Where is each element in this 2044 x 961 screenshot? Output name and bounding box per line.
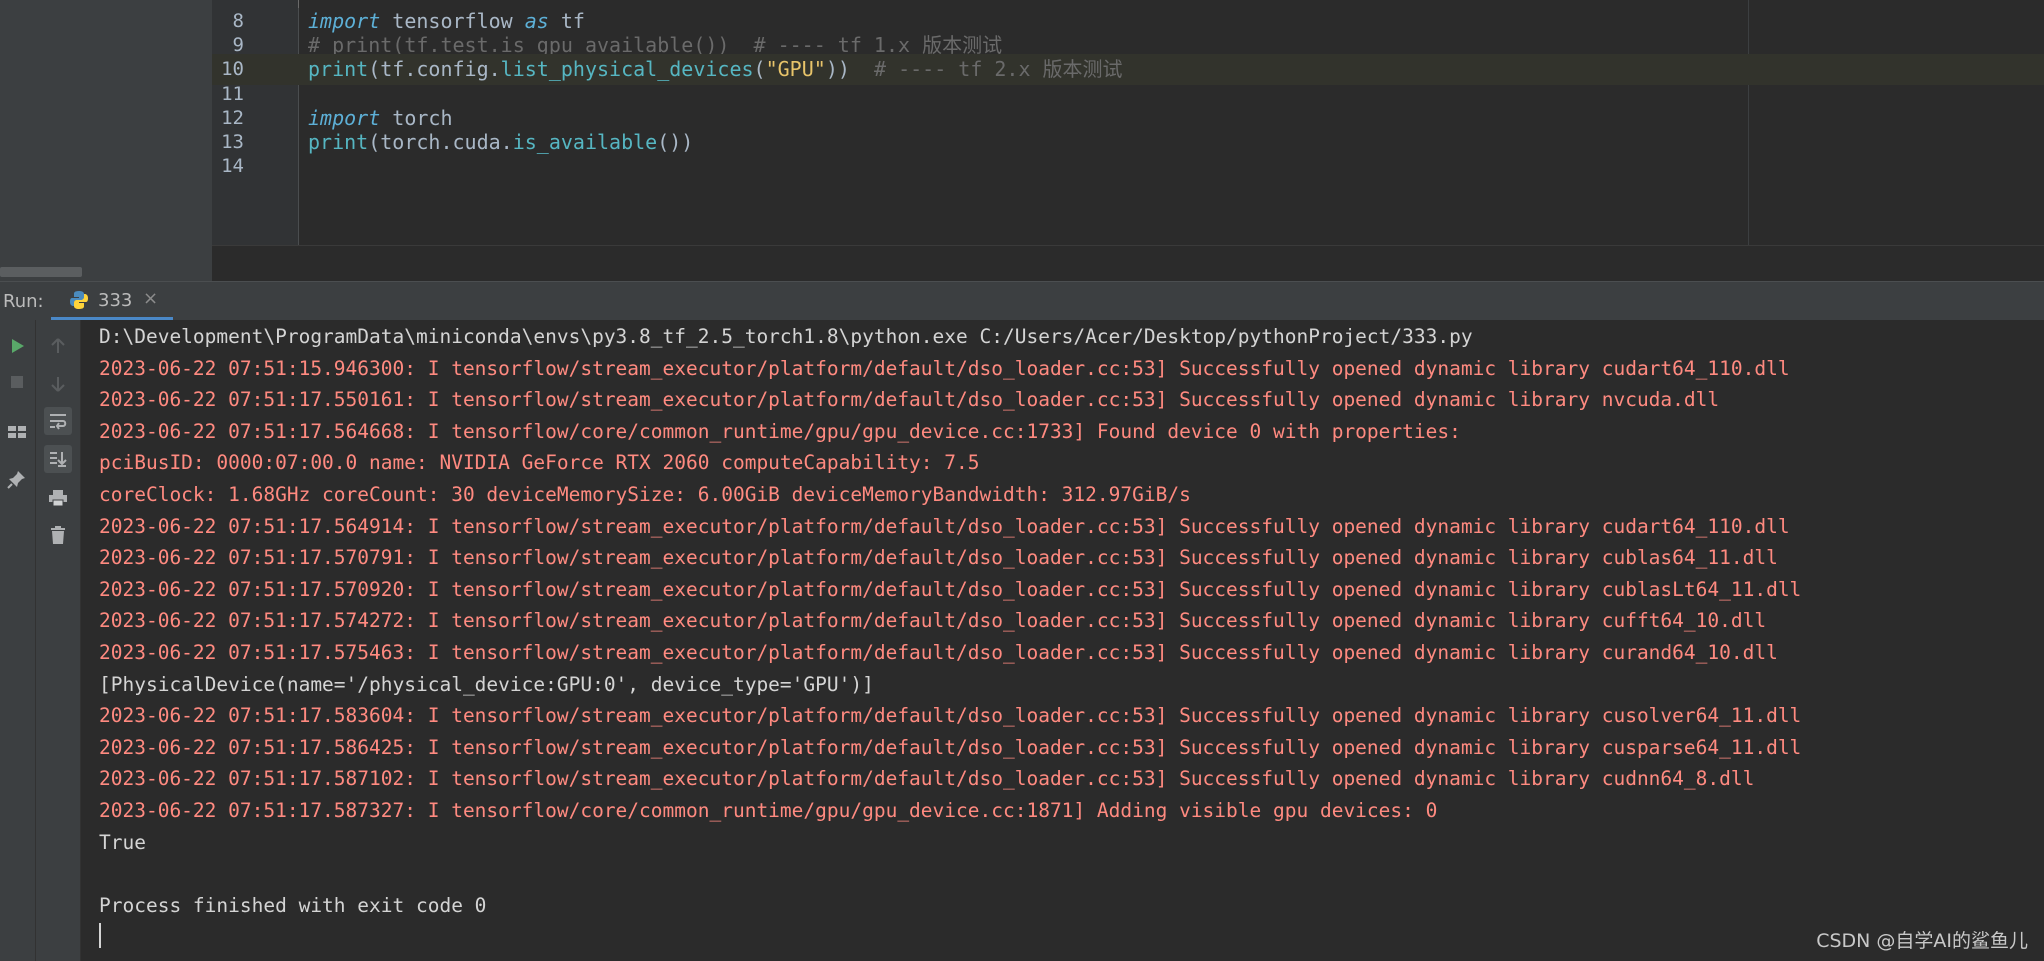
run-tab-label: 333	[98, 290, 133, 311]
console-line: True	[99, 830, 146, 854]
editor-area: 8 import tensorflow as tf 9 # print(tf.test…	[0, 0, 2044, 282]
code-token: ))	[825, 57, 874, 82]
console-line: 2023-06-22 07:51:17.570791: I tensorflow…	[99, 546, 1778, 570]
layout-icon[interactable]	[3, 417, 31, 445]
console-line: 2023-06-22 07:51:17.587102: I tensorflow…	[99, 767, 1755, 791]
print-icon[interactable]	[44, 484, 72, 512]
code-token: (tf.config.	[368, 57, 501, 82]
code-line[interactable]: print(torch.cuda.is_available())	[308, 127, 693, 158]
console-line: 2023-06-22 07:51:17.587327: I tensorflow…	[99, 799, 1438, 822]
console-line: 2023-06-22 07:51:15.946300: I tensorflow…	[99, 356, 1790, 380]
project-pane	[0, 0, 212, 281]
console-line: 2023-06-22 07:51:17.583604: I tensorflow…	[99, 704, 1802, 728]
console-line: 2023-06-22 07:51:17.570920: I tensorflow…	[99, 577, 1802, 601]
console-line: 2023-06-22 07:51:17.550161: I tensorflow…	[99, 388, 1720, 412]
trash-icon[interactable]	[44, 521, 72, 549]
console-line: 2023-06-22 07:51:17.586425: I tensorflow…	[99, 735, 1802, 759]
run-toolwindow-header: Run: 333 ×	[0, 281, 2044, 321]
close-icon[interactable]: ×	[143, 288, 158, 309]
line-number: 14	[221, 155, 244, 178]
python-icon	[70, 291, 88, 309]
down-arrow-icon[interactable]	[44, 370, 72, 398]
run-toolbar-left	[0, 320, 36, 961]
console-caret	[99, 923, 101, 948]
ide-window: 8 import tensorflow as tf 9 # print(tf.test…	[0, 0, 2044, 961]
editor-bottom-strip	[212, 245, 2044, 282]
watermark: CSDN @自学AI的鲨鱼儿	[1816, 930, 2028, 952]
code-token: "GPU"	[765, 57, 826, 82]
right-margin-guide	[1748, 0, 1749, 245]
run-toolbar-right	[36, 320, 81, 961]
code-token: (	[753, 57, 766, 82]
code-token: print	[308, 57, 369, 82]
console-line: Process finished with exit code 0	[99, 893, 487, 917]
fold-marker-icon[interactable]	[298, 0, 307, 8]
stop-icon[interactable]	[3, 368, 31, 396]
run-tab-333[interactable]: 333 ×	[51, 282, 173, 321]
console-line: 2023-06-22 07:51:17.575463: I tensorflow…	[99, 641, 1778, 664]
code-token: print	[308, 130, 369, 154]
scroll-to-end-icon[interactable]	[44, 445, 72, 473]
run-label: Run:	[3, 291, 44, 312]
code-token: # ---- tf 2.x 版本测试	[873, 57, 1123, 82]
run-icon[interactable]	[3, 332, 31, 360]
console-line: coreClock: 1.68GHz coreCount: 30 deviceM…	[99, 483, 1191, 506]
console-line: D:\Development\ProgramData\miniconda\env…	[99, 325, 1473, 348]
code-token: list_physical_devices	[500, 57, 754, 82]
up-arrow-icon[interactable]	[44, 332, 72, 360]
pin-icon[interactable]	[3, 465, 31, 493]
code-token: is_available	[512, 130, 658, 154]
console-line: [PhysicalDevice(name='/physical_device:G…	[99, 672, 874, 696]
console-line: pciBusID: 0000:07:00.0 name: NVIDIA GeFo…	[99, 451, 980, 475]
code-line[interactable]: print(tf.config.list_physical_devices("G…	[308, 54, 1123, 85]
console-line: 2023-06-22 07:51:17.574272: I tensorflow…	[99, 609, 1767, 633]
code-token: (torch.cuda.	[368, 130, 513, 154]
project-scrollbar[interactable]	[0, 267, 82, 277]
console-line: 2023-06-22 07:51:17.564914: I tensorflow…	[99, 514, 1790, 538]
code-token: ())	[657, 130, 694, 154]
soft-wrap-icon[interactable]	[44, 407, 72, 435]
console-line: 2023-06-22 07:51:17.564668: I tensorflow…	[99, 419, 1461, 443]
